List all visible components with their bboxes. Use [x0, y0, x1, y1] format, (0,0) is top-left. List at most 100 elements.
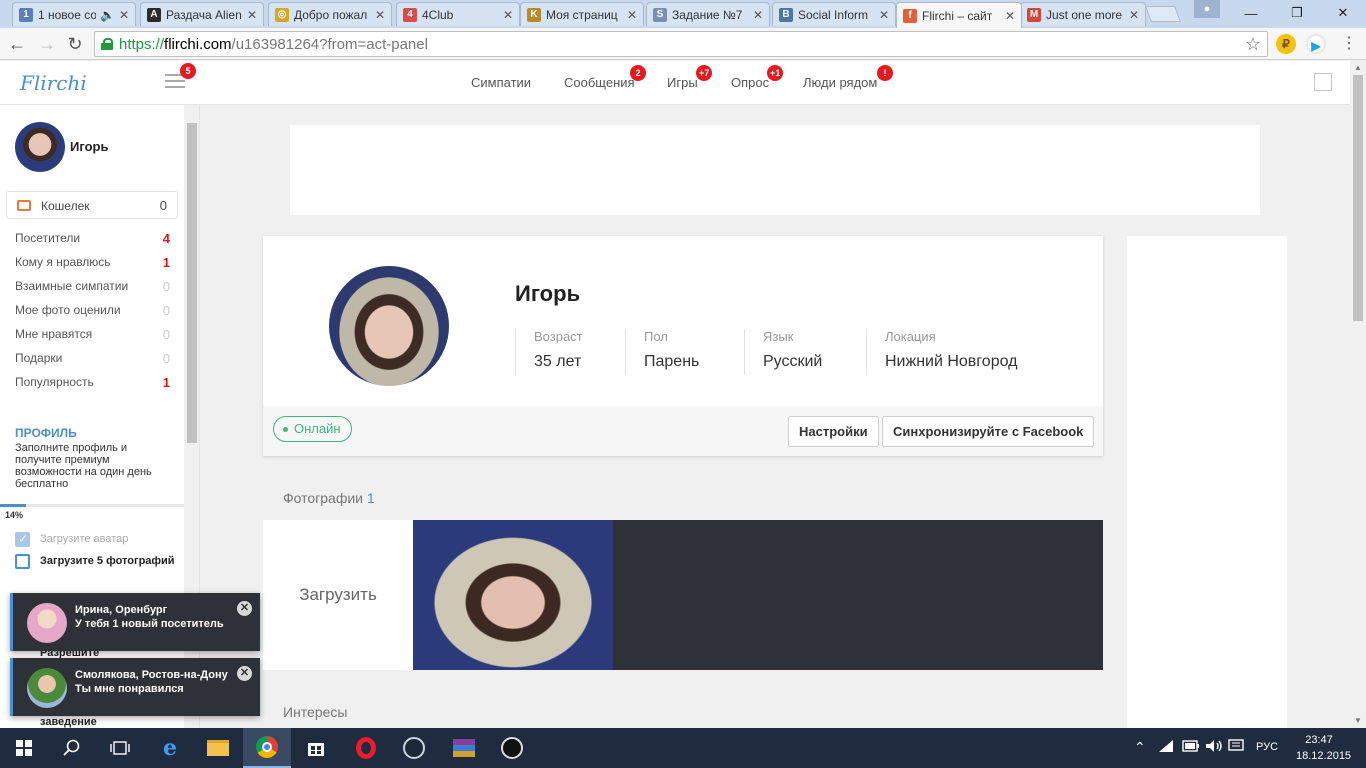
close-icon[interactable]: ✕ — [237, 601, 252, 616]
nav-item[interactable]: Сообщения — [564, 75, 635, 90]
scroll-up-icon[interactable]: ▲ — [1354, 63, 1362, 72]
tab-title: Social Inform — [798, 7, 869, 22]
network-icon[interactable] — [1158, 739, 1174, 756]
browser-tab[interactable]: K Моя страниц ✕ — [520, 2, 644, 26]
profile-photo[interactable] — [413, 520, 613, 670]
close-tab-icon[interactable]: ✕ — [503, 8, 513, 22]
speaker-icon[interactable]: 🔈 — [100, 8, 115, 22]
close-icon[interactable]: ✕ — [237, 666, 252, 681]
close-tab-icon[interactable]: ✕ — [627, 8, 637, 22]
close-tab-icon[interactable]: ✕ — [753, 8, 763, 22]
windows-start-icon[interactable] — [0, 728, 48, 768]
scroll-down-icon[interactable]: ▼ — [1354, 716, 1362, 725]
notification-visitor[interactable]: Ирина, Оренбург У тебя 1 новый посетител… — [10, 593, 260, 651]
browser-tab[interactable]: f Flirchi – сайт ✕ — [896, 2, 1022, 28]
chrome-taskbar-icon[interactable] — [243, 728, 291, 768]
close-tab-icon[interactable]: ✕ — [1129, 8, 1139, 22]
notification-avatar — [27, 668, 67, 708]
edge-icon[interactable]: e — [146, 728, 194, 768]
lock-icon — [101, 38, 113, 50]
nav-item[interactable]: Люди рядом — [803, 75, 877, 90]
browser-tab[interactable]: B Social Inform ✕ — [772, 2, 896, 26]
search-icon[interactable] — [48, 728, 96, 768]
back-icon[interactable]: ← — [4, 32, 30, 56]
winrar-icon[interactable] — [440, 728, 488, 768]
nav-item[interactable]: Игры — [667, 75, 698, 90]
sidebar-stat-item[interactable]: Подарки 0 — [15, 351, 170, 369]
ruble-extension-icon[interactable]: ₽ — [1276, 34, 1296, 54]
notification-message: Ты мне понравился — [75, 683, 184, 695]
store-icon[interactable] — [292, 728, 340, 768]
browser-tab[interactable]: ◎ Добро пожал ✕ — [268, 2, 392, 26]
sidebar-stat-item[interactable]: Популярность 1 — [15, 375, 170, 393]
task-checkbox[interactable] — [15, 554, 30, 569]
taskbar-clock[interactable]: 23:47 18.12.2015 — [1296, 732, 1351, 764]
minimize-icon[interactable]: — — [1228, 0, 1274, 26]
browser-tab[interactable]: 1 1 новое со 🔈 ✕ — [12, 2, 136, 26]
action-center-icon[interactable] — [1228, 739, 1244, 756]
stat-value: 0 — [162, 351, 170, 366]
notification-like[interactable]: Смолякова, Ростов-на-Дону Ты мне понрави… — [10, 658, 260, 716]
profile-avatar[interactable] — [329, 266, 449, 386]
profile-card: Игорь Возраст 35 лет Пол Парень Язык Русский Л… — [263, 236, 1103, 456]
sidebar-stat-item[interactable]: Мое фото оценили 0 — [15, 303, 170, 321]
browser-tab[interactable]: S Задание №7 ✕ — [646, 2, 770, 26]
sidebar-stat-item[interactable]: Посетители 4 — [15, 231, 170, 249]
user-avatar[interactable] — [15, 122, 65, 172]
bookmark-star-icon[interactable]: ☆ — [1245, 34, 1261, 55]
task-checkbox[interactable] — [15, 532, 30, 547]
close-window-icon[interactable]: ✕ — [1320, 0, 1366, 26]
forward-icon[interactable]: → — [34, 32, 60, 56]
chrome-menu-icon[interactable]: ⋮ — [1336, 32, 1362, 56]
wallet-button[interactable]: Кошелек 0 — [6, 191, 178, 219]
close-tab-icon[interactable]: ✕ — [119, 8, 129, 22]
steam-icon[interactable] — [390, 728, 438, 768]
close-tab-icon[interactable]: ✕ — [375, 8, 385, 22]
sidebar-stat-item[interactable]: Кому я нравлюсь 1 — [15, 255, 170, 273]
profile-heading[interactable]: ПРОФИЛЬ — [15, 426, 77, 440]
browser-tab[interactable]: M Just one more ✕ — [1020, 2, 1146, 26]
profile-card-footer: Онлайн Настройки Синхронизируйте с Faceb… — [263, 406, 1103, 456]
settings-button[interactable]: Настройки — [788, 416, 879, 447]
file-explorer-icon[interactable] — [194, 728, 242, 768]
nav-item[interactable]: Опрос — [731, 75, 769, 90]
flirchi-logo[interactable]: Flirchi — [20, 71, 87, 95]
game-app-icon[interactable] — [488, 728, 536, 768]
stat-label: Взаимные симпатии — [15, 279, 129, 293]
tab-favicon-icon: B — [779, 7, 793, 22]
close-tab-icon[interactable]: ✕ — [879, 8, 889, 22]
restore-icon[interactable]: ❐ — [1274, 0, 1320, 26]
photos-heading: Фотографии 1 — [283, 490, 375, 506]
wallet-label: Кошелек — [41, 199, 90, 213]
facebook-sync-button[interactable]: Синхронизируйте с Facebook — [882, 416, 1095, 447]
input-language[interactable]: РУС — [1256, 741, 1278, 753]
page-scroll-thumb[interactable] — [1353, 75, 1363, 321]
upload-photo-button[interactable]: Загрузить — [263, 520, 413, 670]
url-scheme: https:// — [119, 35, 165, 53]
new-tab-button[interactable] — [1145, 6, 1181, 22]
reload-icon[interactable]: ↻ — [62, 32, 88, 56]
browser-tab[interactable]: 4 4Club ✕ — [396, 2, 520, 26]
tray-expand-icon[interactable]: ⌃ — [1134, 739, 1146, 756]
task-view-icon[interactable] — [96, 728, 144, 768]
volume-icon[interactable] — [1205, 739, 1223, 756]
opera-icon[interactable] — [342, 728, 390, 768]
close-tab-icon[interactable]: ✕ — [247, 8, 257, 22]
browser-profile-icon[interactable]: ● — [1194, 0, 1220, 18]
nav-item[interactable]: Симпатии — [471, 75, 531, 90]
sidebar-stat-item[interactable]: Взаимные симпатии 0 — [15, 279, 170, 297]
tab-favicon-icon: K — [527, 7, 541, 22]
expand-icon[interactable] — [1314, 73, 1332, 91]
sidebar-stat-item[interactable]: Мне нравятся 0 — [15, 327, 170, 345]
nav-badge: +1 — [767, 65, 784, 81]
play-extension-icon[interactable]: ▶ — [1306, 34, 1326, 54]
sidebar-user-name[interactable]: Игорь — [70, 139, 108, 154]
close-tab-icon[interactable]: ✕ — [1005, 9, 1015, 23]
nav-item-label: Симпатии — [471, 75, 532, 90]
tab-favicon-icon: A — [147, 7, 161, 22]
tab-title: Задание №7 — [672, 7, 743, 22]
sidebar-scroll-thumb[interactable] — [187, 123, 197, 443]
browser-tab[interactable]: A Раздача Alien ✕ — [140, 2, 264, 26]
battery-icon[interactable] — [1182, 739, 1200, 755]
address-bar[interactable]: https://flirchi.com/u163981264?from=act-… — [94, 31, 1268, 57]
